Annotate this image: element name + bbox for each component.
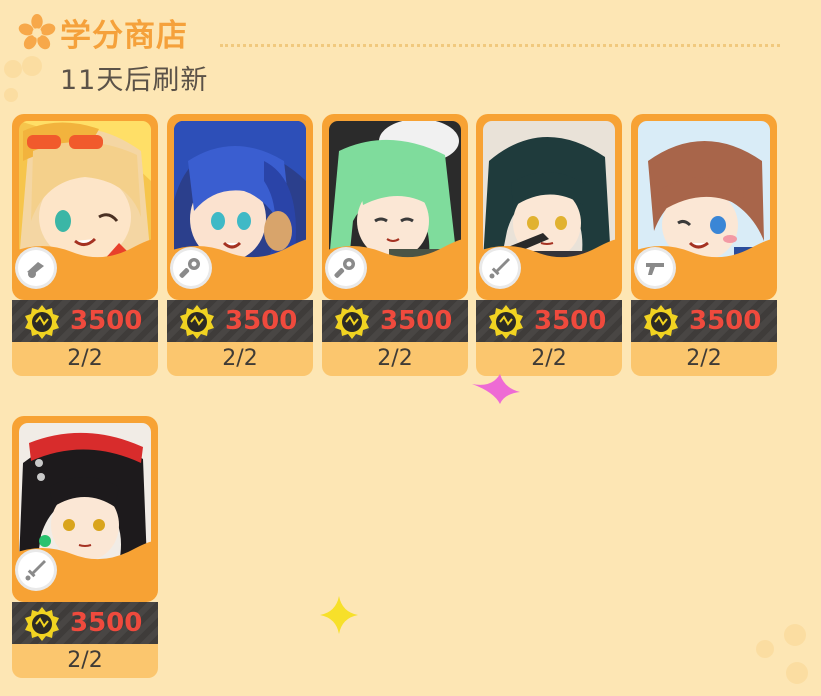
price-bar: 3500 xyxy=(12,602,158,644)
price-bar: 3500 xyxy=(631,300,777,342)
sword-icon xyxy=(482,250,518,286)
cannon-icon xyxy=(18,250,54,286)
stock-bar: 2/2 xyxy=(167,342,313,376)
stock-bar: 2/2 xyxy=(631,342,777,376)
price-value: 3500 xyxy=(225,306,298,336)
shop-item-card[interactable]: 3500 2/2 xyxy=(631,114,777,376)
refresh-timer: 11天后刷新 xyxy=(60,65,209,96)
shop-item-card[interactable]: 3500 2/2 xyxy=(322,114,468,376)
price-bar: 3500 xyxy=(12,300,158,342)
credit-coin-icon xyxy=(180,305,214,339)
credit-coin-icon xyxy=(25,607,59,641)
title-divider xyxy=(220,44,780,47)
stock-bar: 2/2 xyxy=(322,342,468,376)
price-value: 3500 xyxy=(534,306,607,336)
price-bar: 3500 xyxy=(476,300,622,342)
stock-count: 2/2 xyxy=(67,346,103,371)
shop-title: 学分商店 xyxy=(60,18,188,54)
stock-bar: 2/2 xyxy=(476,342,622,376)
credit-coin-icon xyxy=(335,305,369,339)
stock-bar: 2/2 xyxy=(12,342,158,376)
stock-bar: 2/2 xyxy=(12,644,158,678)
sword-icon xyxy=(18,552,54,588)
price-bar: 3500 xyxy=(322,300,468,342)
credit-coin-icon xyxy=(25,305,59,339)
stock-count: 2/2 xyxy=(67,648,103,673)
stock-count: 2/2 xyxy=(686,346,722,371)
price-value: 3500 xyxy=(689,306,762,336)
stock-count: 2/2 xyxy=(377,346,413,371)
stock-count: 2/2 xyxy=(531,346,567,371)
credit-coin-icon xyxy=(489,305,523,339)
shop-item-card[interactable]: 3500 2/2 xyxy=(12,416,158,678)
price-value: 3500 xyxy=(70,306,143,336)
gun-icon xyxy=(637,250,673,286)
pink-sparkle-icon xyxy=(472,374,520,404)
credit-coin-icon xyxy=(644,305,678,339)
shop-item-card[interactable]: 3500 2/2 xyxy=(12,114,158,376)
wrench-icon xyxy=(328,250,364,286)
stock-count: 2/2 xyxy=(222,346,258,371)
shop-item-card[interactable]: 3500 2/2 xyxy=(476,114,622,376)
shop-item-card[interactable]: 3500 2/2 xyxy=(167,114,313,376)
flower-icon xyxy=(18,14,56,50)
price-bar: 3500 xyxy=(167,300,313,342)
yellow-sparkle-icon xyxy=(320,596,358,634)
price-value: 3500 xyxy=(70,608,143,638)
price-value: 3500 xyxy=(380,306,453,336)
wrench-icon xyxy=(173,250,209,286)
